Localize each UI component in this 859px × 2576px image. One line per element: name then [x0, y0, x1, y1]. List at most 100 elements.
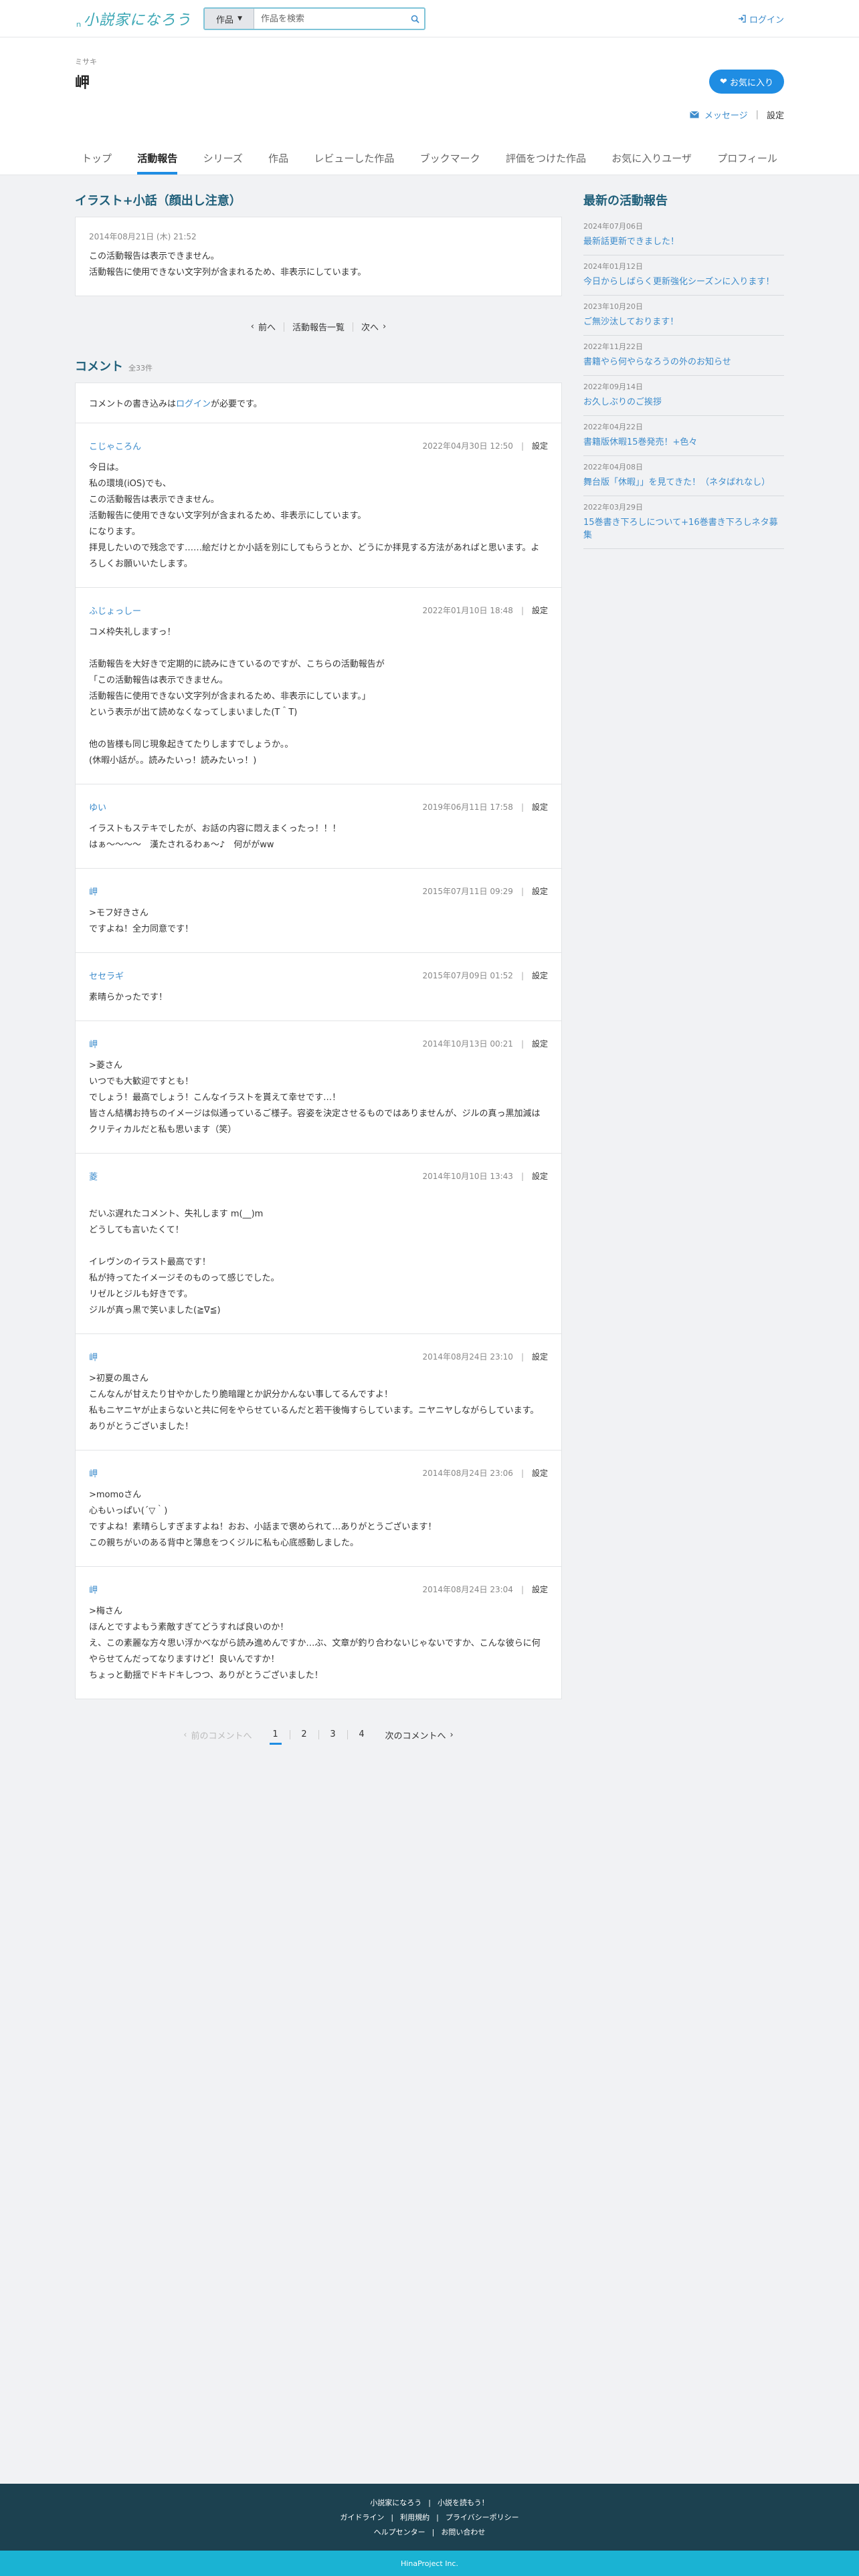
- comment-count: 全33件: [128, 364, 153, 372]
- divider: |: [520, 1352, 524, 1362]
- login-icon: [738, 15, 746, 23]
- comment-author-link[interactable]: ゆい: [89, 800, 106, 813]
- latest-report-link[interactable]: 書籍やら何やらなろうの外のお知らせ: [583, 356, 784, 368]
- page-number-link[interactable]: 1: [262, 1725, 290, 1745]
- footer-link-row: ヘルプセンター | お問い合わせ: [0, 2525, 859, 2540]
- comment-settings-link[interactable]: 設定: [532, 1467, 548, 1479]
- report-line: 活動報告に使用できない文字列が含まれるため、非表示にしています。: [89, 267, 367, 278]
- comment-item: ふじょっしー 2022年01月10日 18:48 | 設定 コメ枠失礼しますっ！ 活動報…: [76, 588, 561, 784]
- latest-report-item: 2023年10月20日 ご無沙汰しております！: [583, 296, 784, 336]
- chevron-left-icon: ‹: [250, 322, 254, 332]
- search-button[interactable]: [405, 9, 424, 29]
- prev-report-link[interactable]: ‹ 前へ: [243, 320, 284, 333]
- latest-report-link[interactable]: お久しぶりのご挨拶: [583, 396, 784, 409]
- comment-author-link[interactable]: セセラギ: [89, 969, 124, 982]
- tab-4[interactable]: レビューした作品: [314, 141, 394, 175]
- tab-0[interactable]: トップ: [82, 141, 112, 175]
- comment-settings-link[interactable]: 設定: [532, 1584, 548, 1595]
- latest-report-item: 2024年07月06日 最新話更新できました！: [583, 215, 784, 255]
- tab-6[interactable]: 評価をつけた作品: [506, 141, 586, 175]
- footer-link[interactable]: 小説を読もう！: [438, 2498, 489, 2507]
- comment-author-link[interactable]: 岬: [89, 1467, 98, 1479]
- latest-report-date: 2022年04月08日: [583, 463, 643, 471]
- comment-settings-link[interactable]: 設定: [532, 440, 548, 451]
- latest-report-link[interactable]: 今日からしばらく更新強化シーズンに入ります！: [583, 276, 784, 288]
- tab-8[interactable]: プロフィール: [717, 141, 777, 175]
- prev-comments-link[interactable]: ‹ 前のコメントへ: [183, 1729, 252, 1741]
- comment-settings-link[interactable]: 設定: [532, 605, 548, 616]
- login-link[interactable]: ログイン: [738, 13, 784, 25]
- comment-date: 2014年08月24日 23:06: [422, 1469, 513, 1478]
- comment-settings-link[interactable]: 設定: [532, 1170, 548, 1182]
- tab-5[interactable]: ブックマーク: [420, 141, 480, 175]
- profile-tabs: トップ 活動報告 シリーズ 作品 レビューした作品 ブックマーク 評価をつけた作品 お気に入り…: [75, 141, 784, 175]
- comment-author-link[interactable]: 菱: [89, 1170, 98, 1182]
- comment-login-note: コメントの書き込みはログインが必要です。: [76, 383, 561, 423]
- latest-report-link[interactable]: 最新話更新できました！: [583, 235, 784, 248]
- comment-settings-link[interactable]: 設定: [532, 801, 548, 813]
- site-footer: 小説家になろう | 小説を読もう！ ガイドライン | 利用規約 | プライバシーポリシー ヘルプ…: [0, 2484, 859, 2576]
- next-comments-label: 次のコメントへ: [385, 1731, 446, 1741]
- latest-report-date: 2022年09月14日: [583, 383, 643, 391]
- divider: |: [520, 1468, 524, 1478]
- site-header: ｎ 小説家になろう 作品 ▼ ログイン: [0, 0, 859, 37]
- latest-report-item: 2024年01月12日 今日からしばらく更新強化シーズンに入ります！: [583, 255, 784, 296]
- login-link-inline[interactable]: ログイン: [176, 399, 211, 409]
- next-report-link[interactable]: 次へ ›: [353, 320, 394, 333]
- comment-settings-link[interactable]: 設定: [532, 1351, 548, 1362]
- comment-author-link[interactable]: 岬: [89, 885, 98, 897]
- latest-report-item: 2022年04月22日 書籍版休暇15巻発売！+色々: [583, 416, 784, 456]
- comment-body: だいぶ遅れたコメント、失礼します m(__)m どうしても言いたくて！ イレヴン…: [89, 1209, 280, 1315]
- footer-link[interactable]: 利用規約: [400, 2513, 430, 2522]
- page-number-link[interactable]: 3: [319, 1725, 347, 1745]
- footer-link[interactable]: プライバシーポリシー: [446, 2513, 519, 2522]
- comment-date: 2019年06月11日 17:58: [422, 802, 513, 812]
- footer-link[interactable]: ヘルプセンター: [374, 2528, 425, 2537]
- footer-link[interactable]: ガイドライン: [340, 2513, 384, 2522]
- logo-text: 小説家になろう: [84, 12, 192, 29]
- comment-date: 2022年01月10日 18:48: [422, 606, 513, 615]
- search-category-value: 作品: [216, 15, 234, 25]
- next-comments-link[interactable]: 次のコメントへ ›: [385, 1729, 454, 1741]
- search-category-select[interactable]: 作品 ▼: [205, 9, 255, 29]
- divider: |: [755, 110, 759, 120]
- latest-report-link[interactable]: 15巻書き下ろしについて+16巻書き下ろしネタ募集: [583, 516, 784, 542]
- search-input[interactable]: [254, 9, 406, 29]
- main-content: イラスト+小話（顔出し注意） 2014年08月21日 (木) 21:52 この活…: [75, 191, 562, 1745]
- heart-icon: ❤: [720, 76, 727, 87]
- tab-7[interactable]: お気に入りユーザ: [611, 141, 692, 175]
- comment-author-link[interactable]: こじゃころん: [89, 439, 141, 452]
- comment-author-link[interactable]: 岬: [89, 1037, 98, 1050]
- comment-settings-link[interactable]: 設定: [532, 970, 548, 981]
- add-favorite-button[interactable]: ❤ お気に入り: [709, 70, 784, 94]
- page-number-link[interactable]: 4: [348, 1725, 376, 1745]
- comment-settings-link[interactable]: 設定: [532, 1038, 548, 1049]
- report-list-link[interactable]: 活動報告一覧: [284, 320, 353, 333]
- comment-date: 2015年07月09日 01:52: [422, 971, 513, 980]
- comment-author-link[interactable]: 岬: [89, 1350, 98, 1363]
- footer-link[interactable]: 小説家になろう: [370, 2498, 421, 2507]
- tab-1[interactable]: 活動報告: [137, 141, 178, 175]
- message-link[interactable]: メッセージ: [689, 108, 748, 121]
- comment-date: 2022年04月30日 12:50: [422, 441, 513, 451]
- latest-report-date: 2022年11月22日: [583, 342, 643, 351]
- latest-report-link[interactable]: 書籍版休暇15巻発売！+色々: [583, 436, 784, 449]
- divider: |: [520, 802, 524, 812]
- profile-settings-link[interactable]: 設定: [767, 108, 784, 121]
- tab-2[interactable]: シリーズ: [203, 141, 243, 175]
- page-number-link[interactable]: 2: [290, 1725, 318, 1745]
- comment-body: >梅さん ほんとですよもう素敵すぎてどうすれば良いのか！ え、この素麗な方々思い…: [89, 1606, 541, 1681]
- comment-settings-link[interactable]: 設定: [532, 885, 548, 897]
- divider: |: [432, 2528, 435, 2537]
- latest-report-link[interactable]: 舞台版「休暇」」を見てきた！（ネタばれなし）: [583, 476, 784, 489]
- comment-author-link[interactable]: ふじょっしー: [89, 604, 141, 617]
- site-logo[interactable]: ｎ 小説家になろう: [75, 8, 191, 29]
- divider: |: [520, 970, 524, 980]
- comment-body: 素晴らかったです！: [89, 992, 168, 1002]
- footer-link[interactable]: お問い合わせ: [441, 2528, 485, 2537]
- latest-report-link[interactable]: ご無沙汰しております！: [583, 316, 784, 328]
- latest-report-date: 2022年03月29日: [583, 503, 643, 512]
- logo-small-text: ｎ: [75, 20, 82, 29]
- tab-3[interactable]: 作品: [268, 141, 288, 175]
- comment-author-link[interactable]: 岬: [89, 1583, 98, 1596]
